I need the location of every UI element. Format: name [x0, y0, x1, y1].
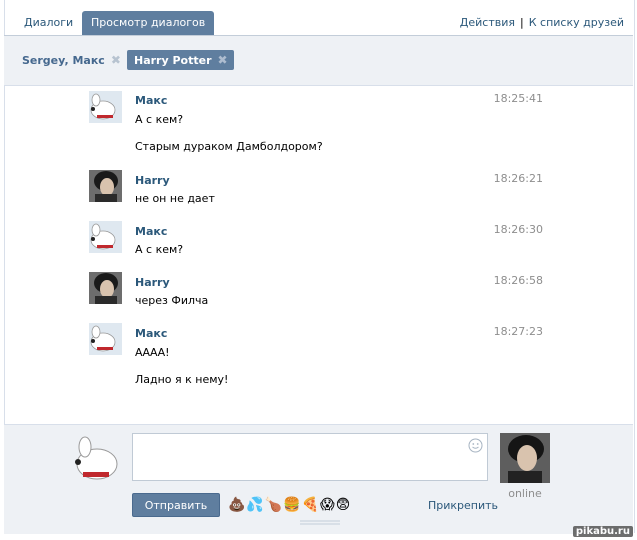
- conversation-bar: Sergey, Макс ✖ Harry Potter ✖: [4, 36, 633, 86]
- send-button[interactable]: Отправить: [132, 493, 220, 517]
- message-text: не он не дает: [135, 192, 215, 205]
- message-time: 18:26:21: [493, 172, 543, 185]
- friends-list-link[interactable]: К списку друзей: [529, 16, 624, 29]
- message-time: 18:26:30: [493, 223, 543, 236]
- message-author[interactable]: Harry: [135, 276, 170, 289]
- message-author[interactable]: Макс: [135, 94, 167, 107]
- tab-view-dialogs[interactable]: Просмотр диалогов: [82, 11, 215, 35]
- link-separator: |: [520, 16, 524, 29]
- conversation-tab-harry-potter[interactable]: Harry Potter ✖: [127, 50, 234, 70]
- resize-grip-icon[interactable]: [300, 520, 340, 526]
- watermark: pikabu.ru: [572, 526, 633, 537]
- message-text: через Филча: [135, 294, 209, 307]
- conversation-tab-sergey-maks[interactable]: Sergey, Макс ✖: [17, 50, 126, 70]
- dog-avatar[interactable]: [89, 323, 122, 355]
- my-avatar[interactable]: [71, 434, 121, 484]
- message-text: АААА!: [135, 346, 170, 359]
- actions-link[interactable]: Действия: [460, 16, 515, 29]
- message-text: Ладно я к нему!: [135, 373, 229, 386]
- message-time: 18:26:58: [493, 274, 543, 287]
- conversation-label: Harry Potter: [134, 54, 212, 67]
- attach-link[interactable]: Прикрепить: [428, 499, 498, 512]
- close-icon[interactable]: ✖: [111, 50, 121, 70]
- message-time: 18:27:23: [493, 325, 543, 338]
- message-author[interactable]: Harry: [135, 174, 170, 187]
- scrollbar[interactable]: [617, 86, 633, 424]
- message-text: А с кем?: [135, 243, 184, 256]
- dog-avatar[interactable]: [89, 91, 122, 123]
- partner-status: online: [508, 487, 542, 500]
- dog-avatar[interactable]: [89, 221, 122, 253]
- smiley-icon[interactable]: [468, 438, 483, 453]
- emoji-row[interactable]: 💩💦🍗🍔🍕😱😨: [228, 495, 351, 515]
- conversation-label: Sergey, Макс: [22, 54, 105, 67]
- message-author[interactable]: Макс: [135, 327, 167, 340]
- composer-panel: Отправить 💩💦🍗🍔🍕😱😨 Прикрепить online: [4, 424, 633, 534]
- message-text: Старым дураком Дамболдором?: [135, 140, 323, 153]
- top-links: Действия | К списку друзей: [460, 11, 624, 35]
- close-icon[interactable]: ✖: [218, 50, 228, 70]
- message-text: А с кем?: [135, 113, 184, 126]
- partner-avatar[interactable]: [500, 433, 550, 483]
- tab-dialogs[interactable]: Диалоги: [14, 11, 83, 35]
- message-time: 18:25:41: [493, 92, 543, 105]
- harry-avatar[interactable]: [89, 170, 122, 202]
- harry-avatar[interactable]: [89, 272, 122, 304]
- message-input[interactable]: [132, 433, 488, 481]
- message-list[interactable]: Макс 18:25:41 А с кем? Старым дураком Да…: [4, 86, 617, 424]
- message-author[interactable]: Макс: [135, 225, 167, 238]
